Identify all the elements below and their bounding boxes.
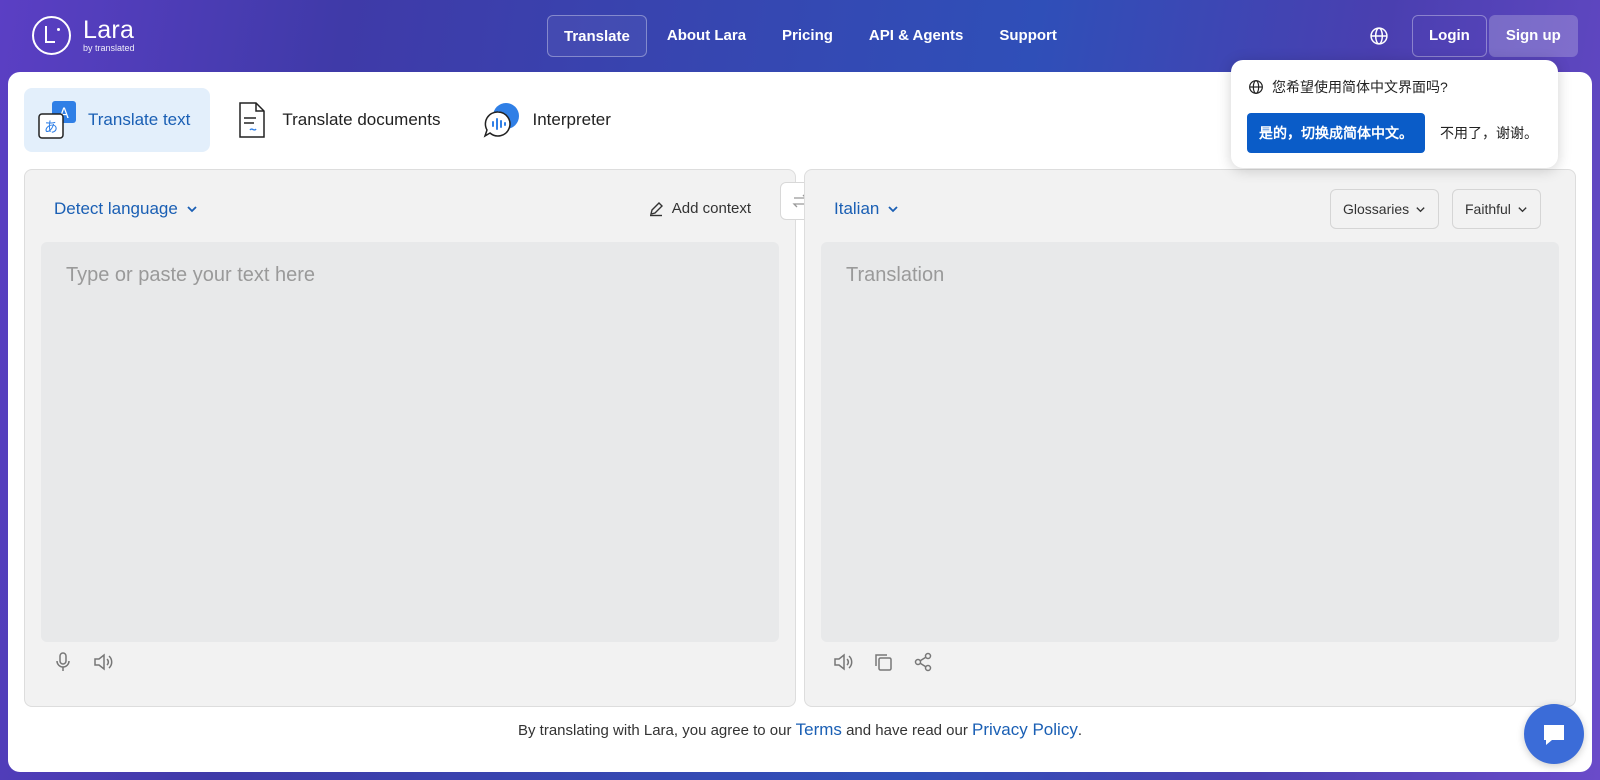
target-panel: Italian Glossaries Faithful Translation xyxy=(804,169,1576,707)
glossaries-dropdown[interactable]: Glossaries xyxy=(1330,189,1440,229)
nav-api-agents[interactable]: API & Agents xyxy=(853,15,979,57)
add-context-button[interactable]: Add context xyxy=(648,200,751,217)
dismiss-language-button[interactable]: 不用了，谢谢。 xyxy=(1440,113,1538,153)
language-suggestion-popup: 您希望使用简体中文界面吗? 是的，切换成简体中文。 不用了，谢谢。 xyxy=(1231,60,1558,168)
share-button[interactable] xyxy=(913,652,933,672)
tab-label: Interpreter xyxy=(532,110,611,129)
language-globe-button[interactable] xyxy=(1358,15,1400,57)
speak-translation-button[interactable] xyxy=(833,652,853,672)
login-button[interactable]: Login xyxy=(1412,15,1487,57)
footer-suffix: . xyxy=(1077,722,1082,739)
source-panel: Detect language Add context Type or past… xyxy=(24,169,796,707)
document-icon xyxy=(232,100,272,140)
tab-interpreter[interactable]: Interpreter xyxy=(468,88,630,152)
translator-card: A あ Translate text Translate documents I… xyxy=(8,72,1592,772)
chevron-down-icon xyxy=(1518,206,1527,212)
copy-icon xyxy=(875,654,892,671)
main-nav: Translate About Lara Pricing API & Agent… xyxy=(547,15,1077,57)
style-dropdown[interactable]: Faithful xyxy=(1452,189,1541,229)
nav-about-lara[interactable]: About Lara xyxy=(651,15,762,57)
switch-language-button[interactable]: 是的，切换成简体中文。 xyxy=(1247,113,1425,153)
svg-text:あ: あ xyxy=(44,120,58,136)
chevron-down-icon xyxy=(1416,206,1425,212)
lara-logo-icon xyxy=(32,16,71,55)
microphone-icon xyxy=(56,652,70,671)
share-icon xyxy=(914,652,932,672)
chevron-down-icon xyxy=(888,206,899,213)
tab-label: Translate documents xyxy=(282,110,441,129)
target-language-label: Italian xyxy=(834,199,880,218)
interpreter-icon xyxy=(482,100,522,140)
translation-output: Translation xyxy=(821,242,1559,642)
lara-logo[interactable]: Lara by translated xyxy=(32,16,135,55)
privacy-policy-link[interactable]: Privacy Policy xyxy=(972,720,1078,739)
source-language-select[interactable]: Detect language xyxy=(54,199,198,219)
logo-name: Lara xyxy=(83,16,135,44)
speaker-icon xyxy=(834,653,853,671)
microphone-button[interactable] xyxy=(53,652,73,672)
copy-button[interactable] xyxy=(873,652,893,672)
nav-pricing[interactable]: Pricing xyxy=(766,15,849,57)
nav-support[interactable]: Support xyxy=(983,15,1073,57)
tab-translate-documents[interactable]: Translate documents xyxy=(218,88,460,152)
popup-question: 您希望使用简体中文界面吗? xyxy=(1272,79,1448,95)
source-text-input[interactable]: Type or paste your text here xyxy=(41,242,779,642)
style-label: Faithful xyxy=(1465,201,1511,217)
add-context-label: Add context xyxy=(671,200,751,217)
translation-placeholder: Translation xyxy=(846,264,945,286)
speak-source-button[interactable] xyxy=(93,652,113,672)
tab-translate-text[interactable]: A あ Translate text xyxy=(24,88,211,152)
glossaries-label: Glossaries xyxy=(1343,201,1410,217)
translate-text-icon: A あ xyxy=(38,100,78,140)
logo-subtitle: by translated xyxy=(83,43,135,53)
globe-icon xyxy=(1249,80,1263,94)
footer-prefix: By translating with Lara, you agree to o… xyxy=(517,722,796,739)
chat-bubble-icon xyxy=(1544,725,1564,745)
signup-button[interactable]: Sign up xyxy=(1488,15,1578,57)
chevron-down-icon xyxy=(187,206,197,213)
source-placeholder: Type or paste your text here xyxy=(66,264,316,286)
footer-middle: and have read our xyxy=(841,722,973,739)
terms-footer: By translating with Lara, you agree to o… xyxy=(8,720,1592,740)
globe-icon xyxy=(1370,27,1388,45)
nav-translate[interactable]: Translate xyxy=(547,15,647,57)
pencil-icon xyxy=(649,201,663,216)
chat-widget-button[interactable] xyxy=(1524,704,1584,764)
terms-link[interactable]: Terms xyxy=(796,720,842,739)
tab-label: Translate text xyxy=(88,110,191,129)
mode-tabs: A あ Translate text Translate documents I… xyxy=(24,88,639,152)
speaker-icon xyxy=(94,653,113,671)
target-language-select[interactable]: Italian xyxy=(834,199,899,219)
source-language-label: Detect language xyxy=(54,199,178,218)
